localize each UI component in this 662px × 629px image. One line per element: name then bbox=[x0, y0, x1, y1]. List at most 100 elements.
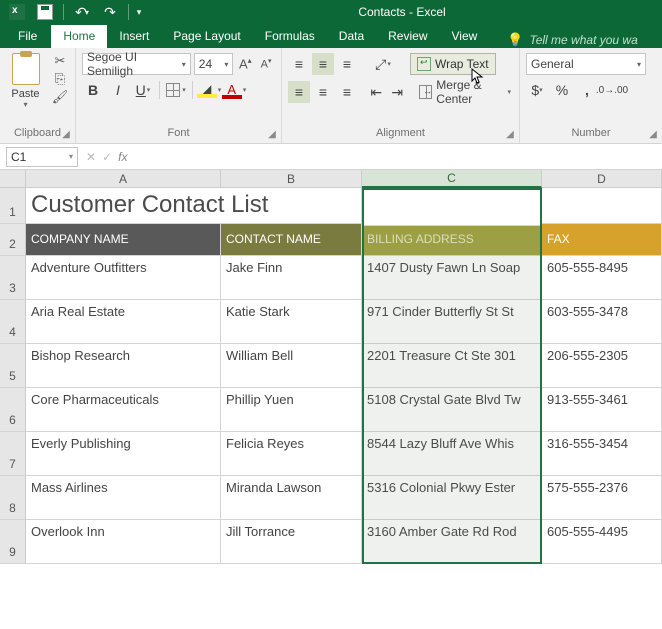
header-fax[interactable]: FAX bbox=[542, 224, 662, 255]
row-header-1[interactable]: 1 bbox=[0, 188, 26, 224]
bold-button[interactable]: B bbox=[82, 79, 104, 101]
row-header-7[interactable]: 7 bbox=[0, 432, 26, 476]
font-size-combo[interactable]: 24▾ bbox=[194, 53, 234, 75]
row-header-9[interactable]: 9 bbox=[0, 520, 26, 564]
cell[interactable]: Core Pharmaceuticals bbox=[26, 388, 221, 431]
font-launcher[interactable]: ◢ bbox=[266, 128, 278, 140]
cell[interactable]: 316-555-3454 bbox=[542, 432, 662, 475]
fx-icon[interactable]: fx bbox=[118, 150, 127, 164]
row-header-6[interactable]: 6 bbox=[0, 388, 26, 432]
merge-center-button[interactable]: Merge & Center ▾ bbox=[417, 78, 513, 106]
tab-view[interactable]: View bbox=[440, 25, 490, 48]
wrap-text-button[interactable]: Wrap Text bbox=[410, 53, 496, 75]
copy-button[interactable]: ⎘ bbox=[51, 71, 69, 87]
sheet-title[interactable]: Customer Contact List bbox=[26, 188, 362, 223]
align-top-button[interactable]: ≡ bbox=[288, 53, 310, 75]
increase-indent-button[interactable]: ⇥ bbox=[388, 81, 406, 103]
cell[interactable]: Everly Publishing bbox=[26, 432, 221, 475]
cell[interactable] bbox=[542, 188, 662, 223]
number-format-combo[interactable]: General▾ bbox=[526, 53, 646, 75]
row-header-4[interactable]: 4 bbox=[0, 300, 26, 344]
underline-button[interactable]: U▾ bbox=[132, 79, 154, 101]
cell[interactable]: 5316 Colonial Pkwy Ester bbox=[362, 476, 542, 519]
header-billing[interactable]: BILLING ADDRESS bbox=[362, 224, 542, 255]
header-contact[interactable]: CONTACT NAME bbox=[221, 224, 362, 255]
cell[interactable]: William Bell bbox=[221, 344, 362, 387]
cell[interactable]: 575-555-2376 bbox=[542, 476, 662, 519]
cancel-icon[interactable]: ✕ bbox=[86, 150, 96, 164]
clipboard-launcher[interactable]: ◢ bbox=[60, 128, 72, 140]
tab-page-layout[interactable]: Page Layout bbox=[161, 25, 252, 48]
decrease-indent-button[interactable]: ⇤ bbox=[367, 81, 385, 103]
cell[interactable]: Jill Torrance bbox=[221, 520, 362, 563]
cell[interactable]: Overlook Inn bbox=[26, 520, 221, 563]
row-header-3[interactable]: 3 bbox=[0, 256, 26, 300]
font-name-combo[interactable]: Segoe UI Semiligh▾ bbox=[82, 53, 191, 75]
redo-button[interactable]: ↷ bbox=[97, 1, 123, 23]
formula-input[interactable] bbox=[135, 147, 662, 167]
increase-decimal-button[interactable]: .0→.00 bbox=[601, 79, 623, 101]
cell[interactable]: 1407 Dusty Fawn Ln Soap bbox=[362, 256, 542, 299]
cell[interactable]: Mass Airlines bbox=[26, 476, 221, 519]
align-left-button[interactable]: ≡ bbox=[288, 81, 310, 103]
grow-font-button[interactable]: A▴ bbox=[236, 53, 254, 75]
orientation-button[interactable]: ⤢▾ bbox=[372, 53, 394, 75]
tab-home[interactable]: Home bbox=[51, 25, 107, 48]
tab-review[interactable]: Review bbox=[376, 25, 439, 48]
cell[interactable]: Felicia Reyes bbox=[221, 432, 362, 475]
percent-button[interactable]: % bbox=[551, 79, 573, 101]
cell[interactable]: 8544 Lazy Bluff Ave Whis bbox=[362, 432, 542, 475]
cell[interactable]: Bishop Research bbox=[26, 344, 221, 387]
qat-customize[interactable]: ▾ bbox=[134, 1, 146, 23]
cell[interactable]: Phillip Yuen bbox=[221, 388, 362, 431]
col-header-D[interactable]: D bbox=[542, 170, 662, 188]
cell[interactable]: Miranda Lawson bbox=[221, 476, 362, 519]
cell[interactable]: 971 Cinder Butterfly St St bbox=[362, 300, 542, 343]
cell[interactable]: 913-555-3461 bbox=[542, 388, 662, 431]
enter-icon[interactable]: ✓ bbox=[102, 150, 112, 164]
cell[interactable]: 605-555-8495 bbox=[542, 256, 662, 299]
undo-button[interactable]: ↶▾ bbox=[69, 1, 95, 23]
italic-button[interactable]: I bbox=[107, 79, 129, 101]
row-header-5[interactable]: 5 bbox=[0, 344, 26, 388]
paste-button[interactable]: Paste ▾ bbox=[6, 51, 45, 109]
cell[interactable]: Jake Finn bbox=[221, 256, 362, 299]
name-box[interactable]: C1▾ bbox=[6, 147, 78, 167]
tab-formulas[interactable]: Formulas bbox=[253, 25, 327, 48]
cut-button[interactable]: ✂ bbox=[51, 53, 69, 69]
cell[interactable]: Adventure Outfitters bbox=[26, 256, 221, 299]
cell[interactable] bbox=[362, 188, 542, 223]
cell[interactable]: 603-555-3478 bbox=[542, 300, 662, 343]
number-launcher[interactable]: ◢ bbox=[647, 128, 659, 140]
align-right-button[interactable]: ≡ bbox=[336, 81, 358, 103]
tab-data[interactable]: Data bbox=[327, 25, 376, 48]
font-color-button[interactable]: A▾ bbox=[223, 79, 245, 101]
shrink-font-button[interactable]: A▾ bbox=[257, 53, 275, 75]
fill-color-button[interactable]: ◢▾ bbox=[198, 79, 220, 101]
cell[interactable]: 206-555-2305 bbox=[542, 344, 662, 387]
align-bottom-button[interactable]: ≡ bbox=[336, 53, 358, 75]
save-button[interactable] bbox=[32, 1, 58, 23]
accounting-button[interactable]: $▾ bbox=[526, 79, 548, 101]
worksheet-grid[interactable]: ABCD 123456789 Customer Contact ListCOMP… bbox=[0, 170, 662, 629]
excel-icon[interactable]: x bbox=[4, 1, 30, 23]
tab-file[interactable]: File bbox=[4, 25, 51, 48]
align-center-button[interactable]: ≡ bbox=[312, 81, 334, 103]
row-header-8[interactable]: 8 bbox=[0, 476, 26, 520]
tab-insert[interactable]: Insert bbox=[107, 25, 161, 48]
col-header-C[interactable]: C bbox=[362, 170, 542, 188]
format-painter-button[interactable]: 🖌 bbox=[51, 89, 69, 105]
cell[interactable]: 605-555-4495 bbox=[542, 520, 662, 563]
col-header-A[interactable]: A bbox=[26, 170, 221, 188]
borders-button[interactable]: ▾ bbox=[165, 79, 187, 101]
row-header-2[interactable]: 2 bbox=[0, 224, 26, 256]
cell[interactable]: Aria Real Estate bbox=[26, 300, 221, 343]
alignment-launcher[interactable]: ◢ bbox=[504, 128, 516, 140]
tell-me[interactable]: 💡 Tell me what you wa bbox=[489, 32, 637, 48]
cell[interactable]: Katie Stark bbox=[221, 300, 362, 343]
align-middle-button[interactable]: ≡ bbox=[312, 53, 334, 75]
select-all-corner[interactable] bbox=[0, 170, 26, 188]
col-header-B[interactable]: B bbox=[221, 170, 362, 188]
cell[interactable]: 2201 Treasure Ct Ste 301 bbox=[362, 344, 542, 387]
cell[interactable]: 5108 Crystal Gate Blvd Tw bbox=[362, 388, 542, 431]
